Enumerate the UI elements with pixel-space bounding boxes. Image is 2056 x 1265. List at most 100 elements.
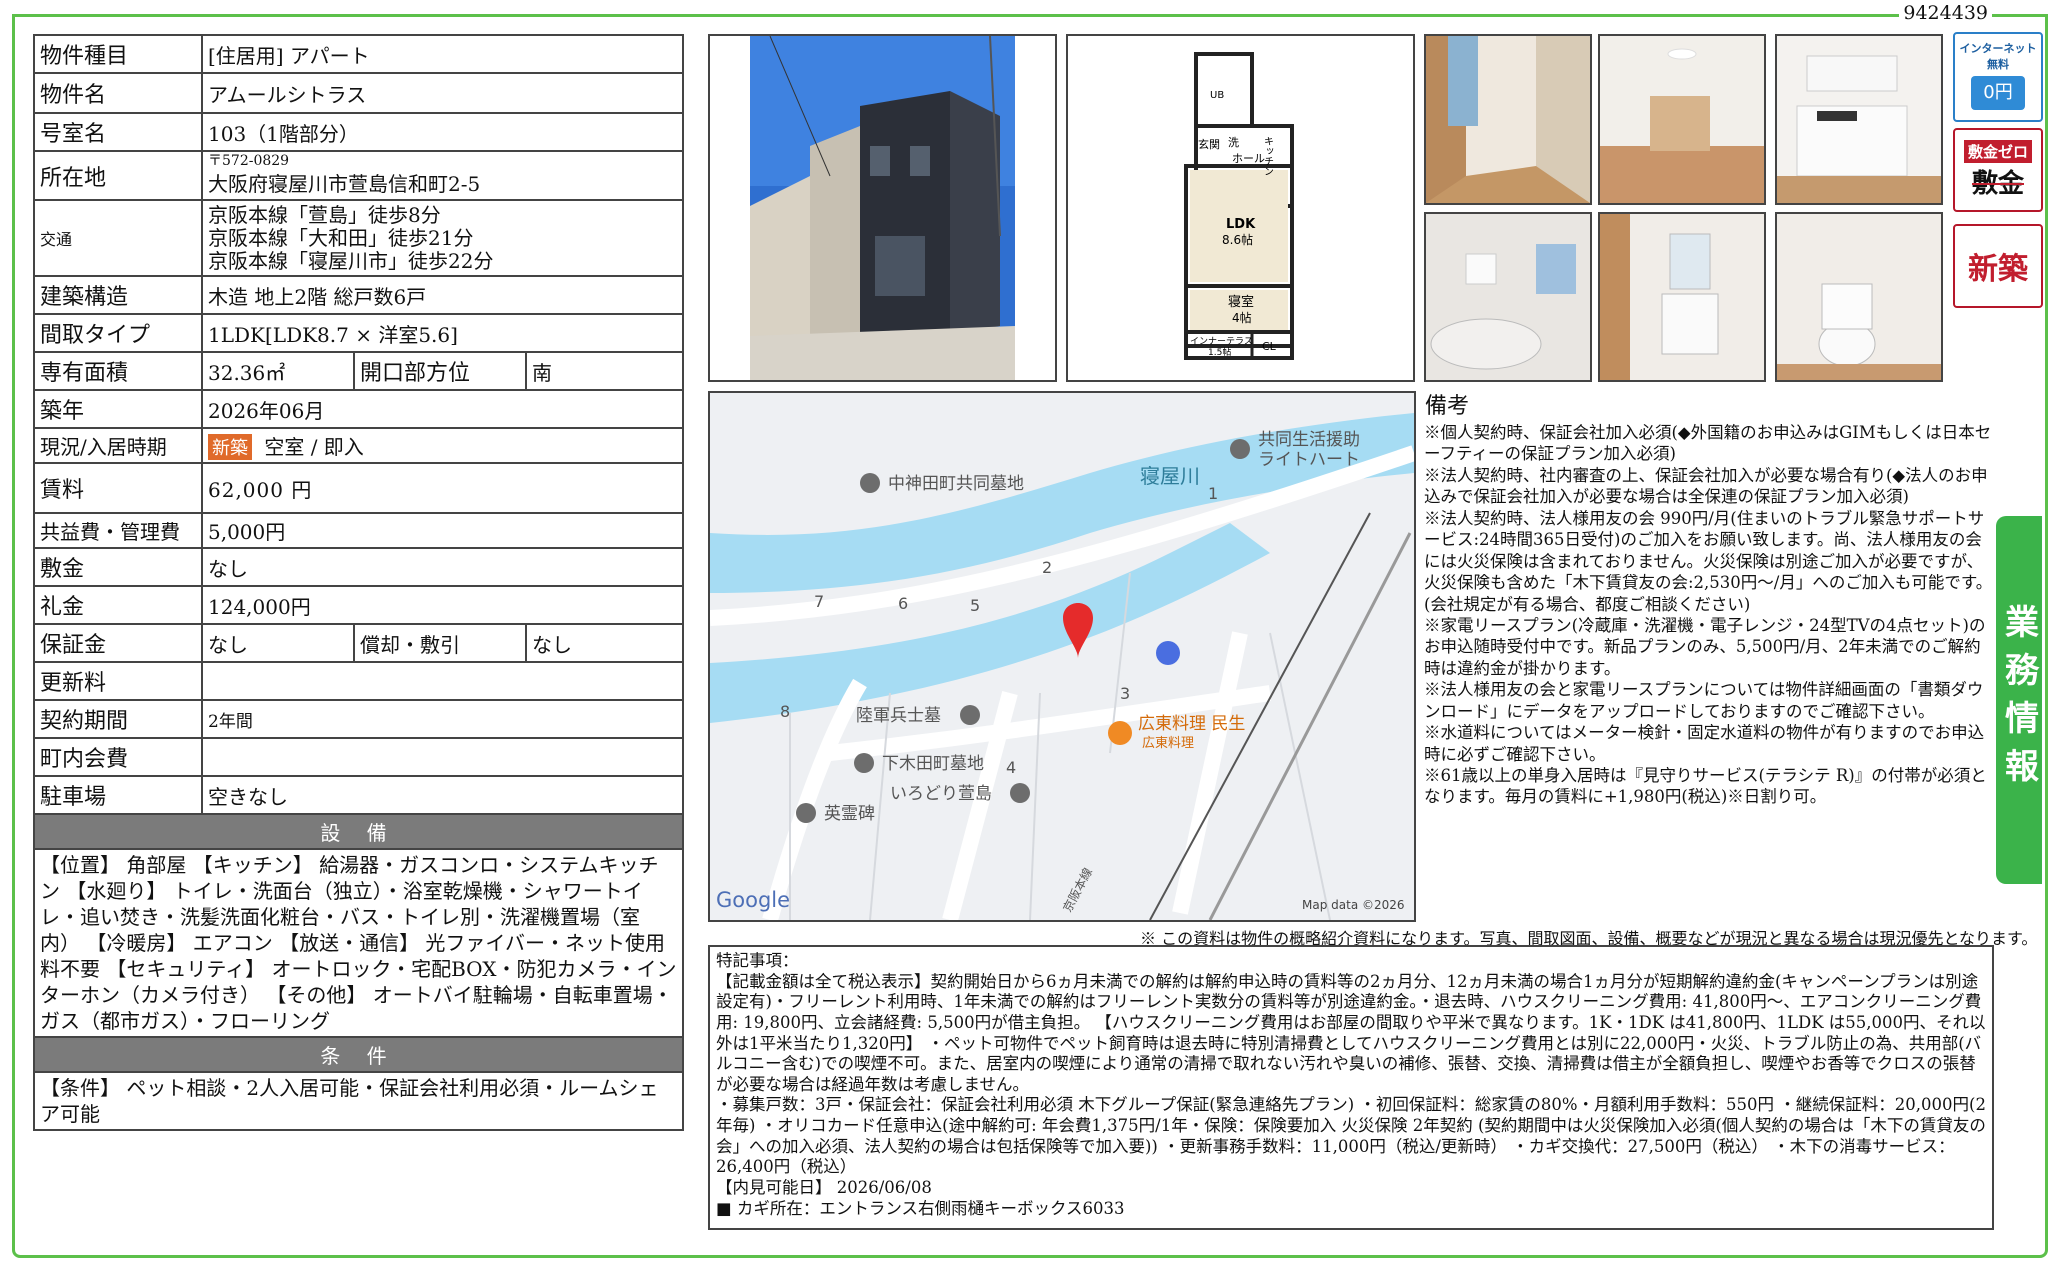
fp-wash: 洗 [1228,136,1239,149]
fee-label: 共益費・管理費 [33,512,203,549]
room-value: 103（1階部分） [201,112,684,152]
note-line: ※法人様用友の会と家電リースプランについては物件詳細画面の「書類ダウンロード」に… [1424,680,1984,721]
amortization-value: なし [525,623,684,663]
deposit-zero-badge: 敷金ゼロ 敷金 [1953,128,2043,212]
name-label: 物件名 [33,72,203,114]
parking-value: 空きなし [201,775,684,815]
map-block: 2 [1042,558,1052,577]
deposit-value: なし [201,547,684,587]
guarantee-value: なし [201,623,355,663]
community-label: 町内会費 [33,737,203,777]
renewal-value [201,661,684,701]
rent-label: 賃料 [33,462,203,514]
map-pin-icon [860,473,880,493]
layout-label: 間取タイプ [33,313,203,353]
fp-ldk-size: 8.6帖 [1222,232,1253,247]
map-copyright: Map data ©2026 [1302,898,1405,912]
fp-terrace-size: 1.5帖 [1208,346,1231,358]
document-id: 9424439 [1899,2,1992,24]
type-label: 物件種目 [33,34,203,74]
deposit-zero-text: 敷金ゼロ [1963,140,2032,163]
map-place: いろどり萱島 [890,784,992,804]
structure-value: 木造 地上2階 総戸数6戸 [201,275,684,315]
room-label: 号室名 [33,112,203,152]
layout-value: 1LDK[LDK8.7 × 洋室5.6] [201,313,684,353]
address-cell: 〒572-0829 大阪府寝屋川市萱島信和町2-5 [201,150,684,201]
interior-photo-bath [1424,212,1592,382]
transit-cell: 京阪本線「萱島」徒歩8分 京阪本線「大和田」徒歩21分 京阪本線「寝屋川市」徒歩… [201,199,684,277]
fp-hall: ホール [1232,152,1265,165]
internet-free-text: インターネット無料 [1959,42,2037,71]
conditions-text: 【条件】 ペット相談・2人入居可能・保証会社利用必須・ルームシェア可能 [33,1071,684,1131]
address-label: 所在地 [33,150,203,201]
year-label: 築年 [33,389,203,429]
transit-line: 京阪本線「大和田」徒歩21分 [208,225,474,250]
map-place: 広東料理 民生 [1138,714,1245,734]
special-line: ■ カギ所在：エントランス右側雨樋キーボックス6033 [716,1198,1125,1218]
map-pin-icon [796,803,816,823]
parking-icon [1156,641,1180,665]
contract-label: 契約期間 [33,699,203,739]
fp-kitchen: キッチン [1262,136,1273,176]
interior-photo-living [1598,34,1766,205]
opening-value: 南 [525,351,684,391]
status-label: 現況/入居時期 [33,427,203,464]
transit-line: 京阪本線「寝屋川市」徒歩22分 [208,248,494,273]
fp-terrace: インナーテラス [1190,336,1253,347]
renewal-label: 更新料 [33,661,203,701]
transit-line: 京阪本線「萱島」徒歩8分 [208,202,441,227]
map-block: 7 [814,592,824,611]
rent-value: 62,000 円 [201,462,684,514]
special-title: 特記事項： [716,951,799,970]
notes-body: ※個人契約時、保証会社加入必須(◆外国籍のお申込みはGIMもしくは日本セーフティ… [1424,422,1996,808]
conditions-heading: 条 件 [33,1036,684,1073]
property-spec-table: 物件種目 [住居用] アパート 物件名 アムールシトラス 号室名 103（1階部… [33,34,684,1131]
map-pin-icon [960,705,980,725]
floor-plan: UB 洗 玄関 ホール キッチン LDK 8.6帖 寝室 4帖 インナーテラス … [1066,34,1415,382]
zip-code: 〒572-0829 [208,153,290,169]
area-value: 32.36㎡ [201,351,355,391]
special-notes: 特記事項： 【記載金額は全て税込表示】契約開始日から6ヵ月未満での解約は解約申込… [708,945,1994,1230]
map-block: 6 [898,594,908,613]
map-place: ライトハート [1258,450,1360,470]
guarantee-label: 保証金 [33,623,203,663]
map-block: 3 [1120,684,1130,703]
parking-label: 駐車場 [33,775,203,815]
equipment-heading: 設 備 [33,813,684,850]
address-value: 大阪府寝屋川市萱島信和町2-5 [208,172,481,196]
special-line: 【記載金額は全て税込表示】契約開始日から6ヵ月未満での解約は解約申込時の賃料等の… [716,971,1986,1094]
status-cell: 新築 空室 / 即入 [201,427,684,464]
name-value: アムールシトラス [201,72,684,114]
map-river: 寝屋川 [1140,464,1200,488]
business-info-tab[interactable]: 業務情報 [1996,516,2042,884]
special-line: ・募集戸数：3戸・保証会社：保証会社利用必須 木下グループ保証(緊急連絡先プラン… [716,1095,1986,1177]
interior-photo-hall [1424,34,1592,205]
notes-title: 備考 [1425,394,1470,419]
fp-bedroom-size: 4帖 [1232,310,1252,325]
new-build-badge: 新築 [208,434,252,460]
community-value [201,737,684,777]
map-block: 8 [780,702,790,721]
fp-ub: UB [1210,90,1224,101]
note-line: ※法人契約時、法人様用友の会 990円/月(住まいのトラブル緊急サポートサービス… [1424,508,1993,614]
key-money-value: 124,000円 [201,585,684,625]
internet-icon: 0円 [1971,76,2025,110]
interior-photo-washroom [1598,212,1766,382]
map-place: 陸軍兵士墓 [856,706,941,726]
location-map: 寝屋川 共同生活援助 ライトハート 中神田町共同墓地 陸軍兵士墓 下木田町墓地 … [708,391,1416,922]
new-build-side-badge: 新築 [1953,224,2043,308]
fp-ldk: LDK [1226,217,1256,232]
note-line: ※法人契約時、社内審査の上、保証会社加入が必要な場合有り(◆法人のお申込みで保証… [1424,465,1988,507]
note-line: ※個人契約時、保証会社加入必須(◆外国籍のお申込みはGIMもしくは日本セーフティ… [1424,423,1992,464]
year-value: 2026年06月 [201,389,684,429]
map-pin-icon [1010,783,1030,803]
exterior-photo [708,34,1057,382]
fp-bedroom: 寝室 [1228,294,1254,310]
map-place: 英霊碑 [824,804,875,824]
deposit-struck: 敷金 [1971,169,2024,199]
restaurant-icon [1108,721,1132,745]
fee-value: 5,000円 [201,512,684,549]
amortization-label: 償却・敷引 [353,623,527,663]
map-place: 広東料理 [1142,735,1194,751]
note-line: ※水道料についてはメーター検針・固定水道料の物件が有りますのでお申込時に必ずご確… [1424,723,1985,764]
